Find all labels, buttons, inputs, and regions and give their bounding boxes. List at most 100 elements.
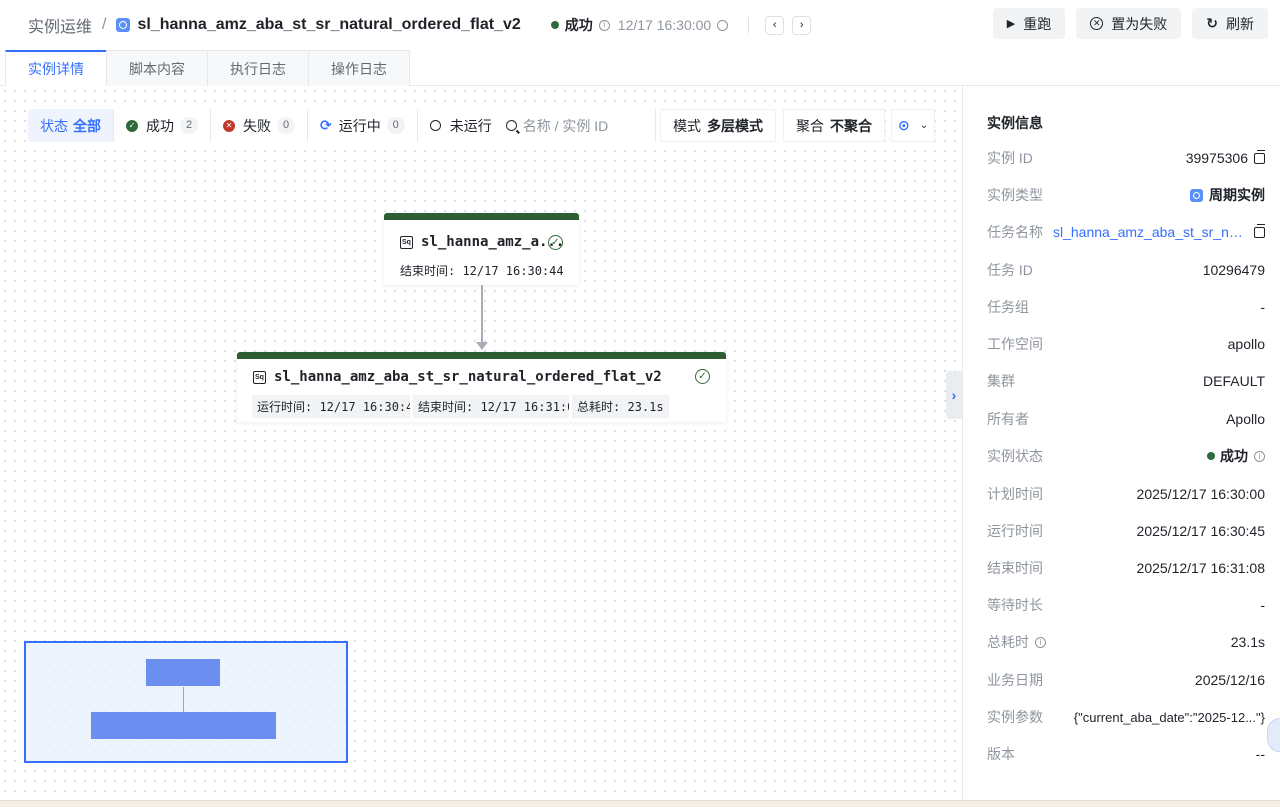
chevron-down-icon: ⌄	[919, 120, 929, 131]
next-instance-button[interactable]: ›	[792, 15, 812, 35]
collapse-panel-button[interactable]: ›	[946, 371, 962, 419]
status-dot	[550, 21, 559, 29]
instance-info-panel: 实例信息 实例 ID 39975306 实例类型 周期实例 任务名称 sl_ha…	[962, 86, 1280, 800]
info-key: 工作空间	[987, 336, 1043, 352]
info-key: 版本	[987, 746, 1015, 762]
breadcrumb-root[interactable]: 实例运维	[28, 13, 92, 37]
set-failed-label: 置为失败	[1111, 15, 1168, 32]
filter-failed[interactable]: ✕ 失败 0	[211, 109, 308, 142]
mode-selector[interactable]: 模式 多层模式	[660, 109, 776, 142]
success-icon: ✓	[695, 369, 710, 384]
prev-instance-button[interactable]: ‹	[765, 15, 785, 35]
info-key: 所有者	[987, 411, 1029, 427]
status-filter-value: 全部	[73, 117, 101, 134]
info-key: 业务日期	[987, 672, 1043, 688]
info-value: 10296479	[1202, 262, 1265, 278]
info-key: 任务组	[987, 299, 1029, 315]
search-input[interactable]	[522, 117, 643, 134]
info-key: 结束时间	[987, 560, 1043, 576]
filter-success-label: 成功	[146, 117, 174, 134]
dag-edge	[481, 285, 483, 344]
rerun-button[interactable]: ▶ 重跑	[992, 8, 1066, 39]
node-name-text: sl_hanna_amz_aba_st_sr_natural_ordered_f…	[274, 369, 662, 385]
filter-running-count: 0	[386, 117, 405, 134]
schedule-time: 12/17 16:30:00	[617, 17, 712, 33]
search-box	[495, 109, 656, 142]
node-duration: 总耗时: 23.1s	[572, 395, 669, 418]
info-row-wait-duration: 等待时长 -	[987, 595, 1265, 615]
filter-success[interactable]: ✓ 成功 2	[114, 109, 211, 142]
panel-title: 实例信息	[987, 115, 1043, 131]
node-name-text: sl_hanna_amz_a...	[421, 234, 565, 250]
aggregate-label: 聚合	[796, 117, 824, 134]
info-row-end-time: 结束时间 2025/12/17 16:31:08	[987, 558, 1265, 578]
dag-node-upstream[interactable]: Sq sl_hanna_amz_a... ✓ 结束时间: 12/17 16:30…	[384, 213, 579, 285]
info-row-owner: 所有者 Apollo	[987, 409, 1265, 429]
tab-script-content[interactable]: 脚本内容	[106, 50, 208, 86]
info-row-version: 版本 --	[987, 744, 1265, 764]
tab-bar: 实例详情 脚本内容 执行日志 操作日志	[0, 50, 1280, 86]
dag-node-current[interactable]: Sq sl_hanna_amz_aba_st_sr_natural_ordere…	[237, 352, 726, 422]
sql-icon: Sq	[253, 370, 266, 384]
set-failed-button[interactable]: ✕ 置为失败	[1076, 8, 1182, 39]
dag-canvas[interactable]: 状态 全部 ✓ 成功 2 ✕ 失败 0 ⟳ 运行中 0 未运行 模式 多层模式	[0, 86, 962, 800]
tab-instance-details[interactable]: 实例详情	[5, 50, 107, 86]
task-name-link[interactable]: sl_hanna_amz_aba_st_sr_natural_ordered_f…	[1053, 224, 1248, 240]
filter-running-label: 运行中	[338, 117, 381, 134]
locate-dropdown[interactable]: ⊙ ⌄	[891, 109, 936, 142]
info-key: 实例参数	[987, 709, 1043, 725]
copy-icon[interactable]	[1254, 224, 1265, 238]
info-icon[interactable]: i	[598, 19, 610, 31]
task-title: sl_hanna_amz_aba_st_sr_natural_ordered_f…	[137, 16, 521, 33]
info-icon[interactable]: i	[1035, 636, 1046, 648]
status-filter-label: 状态	[40, 117, 68, 134]
floating-help-button[interactable]	[1267, 718, 1280, 752]
node-run-time: 运行时间: 12/17 16:30:45	[252, 395, 410, 418]
info-value: 2025/12/17 16:30:00	[1136, 486, 1265, 502]
filter-running[interactable]: ⟳ 运行中 0	[308, 109, 418, 142]
refresh-button[interactable]: ↻ 刷新	[1192, 8, 1268, 39]
minimap[interactable]	[24, 641, 348, 763]
close-circle-icon: ✕	[1090, 17, 1104, 30]
success-icon: ✓	[548, 235, 563, 250]
aggregate-selector[interactable]: 聚合 不聚合	[783, 109, 885, 142]
info-key: 总耗时	[987, 634, 1029, 650]
info-row-task-id: 任务 ID 10296479	[987, 260, 1265, 280]
refresh-label: 刷新	[1226, 15, 1254, 32]
filter-success-count: 2	[180, 117, 198, 134]
info-key: 实例 ID	[987, 150, 1033, 166]
info-row-workspace: 工作空间 apollo	[987, 334, 1265, 354]
info-value: DEFAULT	[1203, 373, 1265, 389]
node-name: Sq sl_hanna_amz_aba_st_sr_natural_ordere…	[253, 369, 662, 385]
info-row-instance-params: 实例参数 {"current_aba_date":"2025-12..."}	[987, 707, 1265, 727]
info-value: 2025/12/17 16:31:08	[1136, 560, 1265, 576]
status-filter-all[interactable]: 状态 全部	[28, 109, 114, 142]
info-value: 39975306	[1185, 150, 1248, 166]
copy-icon[interactable]	[1254, 150, 1265, 164]
play-icon: ▶	[1006, 18, 1016, 30]
breadcrumb-separator: /	[102, 16, 107, 33]
node-meta: 运行时间: 12/17 16:30:45 结束时间: 12/17 16:31:0…	[252, 395, 672, 418]
info-key: 计划时间	[987, 486, 1043, 502]
info-row-task-name: 任务名称 sl_hanna_amz_aba_st_sr_natural_orde…	[987, 222, 1265, 242]
dag-edge-arrow	[476, 342, 488, 350]
node-end-time: 结束时间: 12/17 16:31:08	[413, 395, 569, 418]
info-value: 2025/12/16	[1194, 672, 1265, 688]
info-row-business-date: 业务日期 2025/12/16	[987, 670, 1265, 690]
info-key: 实例状态	[987, 448, 1043, 464]
info-value: -	[1260, 299, 1265, 315]
tab-operation-log[interactable]: 操作日志	[308, 50, 410, 86]
info-row-instance-status: 实例状态 成功 i	[987, 446, 1265, 466]
locate-icon: ⊙	[898, 117, 910, 133]
info-icon[interactable]: i	[1254, 450, 1265, 462]
tab-execution-log[interactable]: 执行日志	[207, 50, 309, 86]
info-key: 集群	[987, 373, 1015, 389]
instance-params-value[interactable]: {"current_aba_date":"2025-12..."}	[1074, 710, 1265, 725]
bottom-strip	[0, 800, 1280, 807]
filter-not-run[interactable]: 未运行	[417, 109, 496, 142]
info-value: -	[1260, 597, 1265, 613]
info-row-plan-time: 计划时间 2025/12/17 16:30:00	[987, 484, 1265, 504]
info-key: 等待时长	[987, 597, 1043, 613]
mode-label: 模式	[673, 117, 701, 134]
minimap-node	[146, 659, 220, 686]
